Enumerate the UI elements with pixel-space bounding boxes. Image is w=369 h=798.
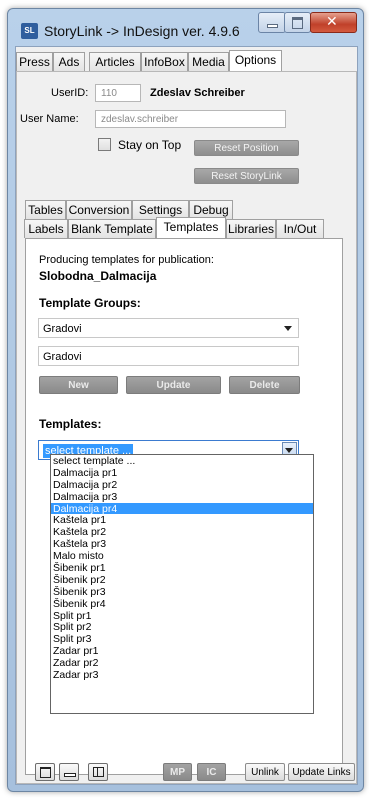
template-list-item[interactable]: Dalmacija pr2 <box>51 479 313 491</box>
tab-media[interactable]: Media <box>188 52 229 71</box>
template-list-item-highlighted[interactable]: Dalmacija pr4 <box>51 502 313 515</box>
tab-conversion[interactable]: Conversion <box>66 200 132 219</box>
tab-articles[interactable]: Articles <box>89 52 141 71</box>
minimize-button[interactable] <box>258 12 286 33</box>
new-group-button[interactable]: New <box>39 376 118 394</box>
template-group-selected: Gradovi <box>43 323 82 335</box>
reset-position-button[interactable]: Reset Position <box>194 140 299 156</box>
split-panel-icon <box>93 767 104 777</box>
template-list-item[interactable]: Split pr3 <box>51 633 313 645</box>
template-list-item[interactable]: Dalmacija pr3 <box>51 491 313 503</box>
close-icon: ✕ <box>326 14 338 30</box>
template-list-item[interactable]: Šibenik pr3 <box>51 586 313 598</box>
template-list-item[interactable]: Split pr2 <box>51 621 313 634</box>
publication-name: Slobodna_Dalmacija <box>39 269 157 283</box>
userid-label: UserID: <box>51 87 89 99</box>
template-list-item[interactable]: Kaštela pr2 <box>51 526 313 538</box>
template-list-item[interactable]: Šibenik pr4 <box>51 598 313 610</box>
mp-button[interactable]: MP <box>163 763 192 781</box>
tab-press[interactable]: Press <box>16 52 53 71</box>
chevron-down-icon <box>285 448 293 453</box>
tab-templates[interactable]: Templates <box>156 217 226 238</box>
tab-in-out[interactable]: In/Out <box>276 219 324 238</box>
producing-label: Producing templates for publication: <box>39 254 214 266</box>
ic-button[interactable]: IC <box>197 763 226 781</box>
unlink-button[interactable]: Unlink <box>245 763 285 781</box>
template-list-item[interactable]: Zadar pr3 <box>51 669 313 681</box>
tab-libraries[interactable]: Libraries <box>226 219 276 238</box>
template-group-name-field[interactable]: Gradovi <box>38 346 299 366</box>
userid-field[interactable]: 110 <box>95 84 141 102</box>
template-list-item[interactable]: Malo misto <box>51 550 313 562</box>
template-list-item[interactable]: Šibenik pr2 <box>51 574 313 586</box>
tab-infobox[interactable]: InfoBox <box>141 52 188 71</box>
storylink-app-icon: SL <box>21 23 38 39</box>
user-fullname: Zdeslav Schreiber <box>150 87 245 99</box>
update-group-button[interactable]: Update <box>126 376 221 394</box>
tab-labels[interactable]: Labels <box>24 219 68 238</box>
collapse-layout-button[interactable] <box>59 763 79 781</box>
minimize-layout-icon <box>64 773 76 777</box>
template-group-select[interactable]: Gradovi <box>38 318 299 338</box>
username-label: User Name: <box>20 113 79 125</box>
window-title: StoryLink -> InDesign ver. 4.9.6 <box>44 23 240 39</box>
window-layout-icon <box>40 767 51 778</box>
template-list-item[interactable]: Kaštela pr1 <box>51 514 313 527</box>
restore-layout-button[interactable] <box>35 763 55 781</box>
templates-heading: Templates: <box>39 417 102 431</box>
template-list-item[interactable]: Šibenik pr1 <box>51 562 313 574</box>
template-list-item[interactable]: Split pr1 <box>51 610 313 622</box>
reset-storylink-button[interactable]: Reset StoryLink <box>194 168 299 184</box>
template-list-item[interactable]: Zadar pr1 <box>51 645 313 657</box>
stay-on-top-label: Stay on Top <box>118 138 182 152</box>
template-groups-heading: Template Groups: <box>39 296 141 310</box>
tab-blank-template[interactable]: Blank Template <box>68 219 156 238</box>
minimize-icon <box>267 24 278 28</box>
update-links-button[interactable]: Update Links <box>288 763 355 781</box>
template-dropdown-list[interactable]: select template ... Dalmacija pr1 Dalmac… <box>50 454 314 714</box>
template-list-item[interactable]: select template ... <box>51 455 313 467</box>
maximize-icon <box>292 17 303 29</box>
template-list-item[interactable]: Zadar pr2 <box>51 657 313 669</box>
maximize-button[interactable] <box>284 12 311 33</box>
tab-tables[interactable]: Tables <box>25 200 66 219</box>
username-field[interactable]: zdeslav.schreiber <box>95 110 286 128</box>
title-bar[interactable]: SL StoryLink -> InDesign ver. 4.9.6 ✕ <box>8 9 363 43</box>
stay-on-top-checkbox[interactable] <box>98 138 111 151</box>
template-list-item[interactable]: Kaštela pr3 <box>51 538 313 550</box>
close-button[interactable]: ✕ <box>310 12 357 33</box>
tab-ads[interactable]: Ads <box>53 52 85 71</box>
chevron-down-icon <box>284 326 292 331</box>
template-list-item[interactable]: Dalmacija pr1 <box>51 467 313 479</box>
delete-group-button[interactable]: Delete <box>229 376 300 394</box>
tab-options[interactable]: Options <box>229 50 282 71</box>
split-layout-button[interactable] <box>88 763 108 781</box>
